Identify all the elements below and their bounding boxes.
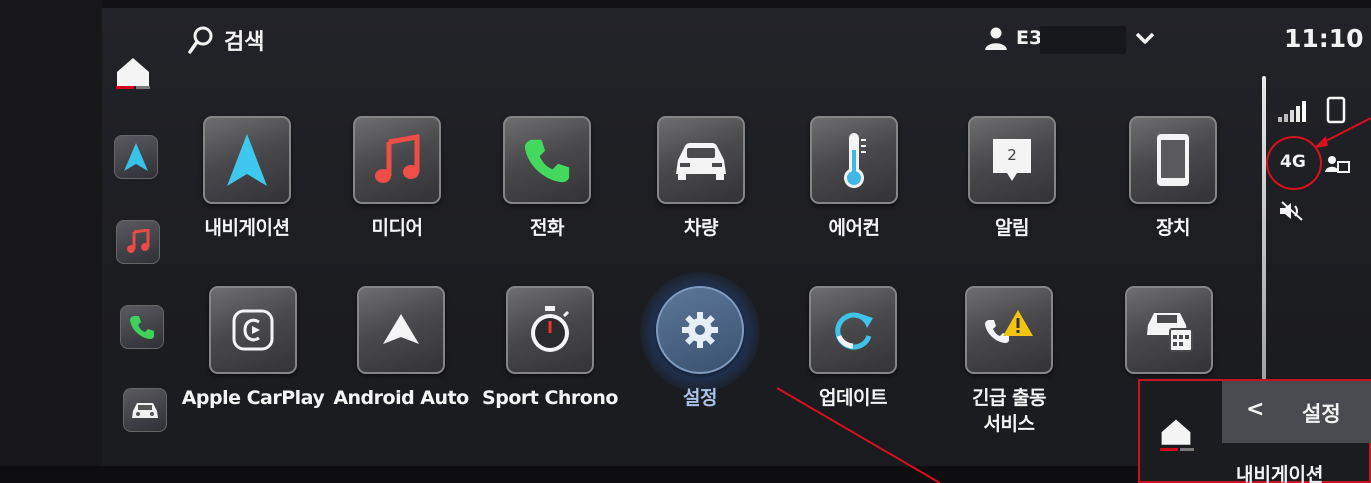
app-label: 전화 <box>530 217 564 239</box>
stopwatch-icon <box>531 306 570 352</box>
app-emergency-service[interactable]: 긴급 출동 서비스 <box>934 286 1084 437</box>
app-android-auto[interactable]: Android Auto <box>326 286 476 412</box>
app-phone-tile <box>503 116 591 204</box>
app-label: 내비게이션 <box>204 217 290 239</box>
android-auto-icon <box>383 314 419 344</box>
app-label: 에어컨 <box>828 217 880 239</box>
profile-name: E3 <box>1016 27 1043 49</box>
rail-navigation-button[interactable] <box>114 135 158 179</box>
app-carplay-tile <box>209 286 297 374</box>
connected-services-icon <box>1325 156 1350 173</box>
app-update[interactable]: 업데이트 <box>778 286 928 412</box>
profile-button[interactable]: E3 <box>984 26 1042 50</box>
car-icon <box>132 403 158 418</box>
profile-name-field <box>1040 26 1126 54</box>
app-climate-tile <box>810 116 898 204</box>
app-apple-carplay[interactable]: Apple CarPlay <box>178 286 328 412</box>
scroll-indicator <box>1262 76 1266 406</box>
app-emergency-tile <box>965 286 1053 374</box>
inset-menu-item[interactable]: 내비게이션 <box>1236 460 1323 483</box>
app-label: 장치 <box>1156 217 1190 239</box>
app-label: 업데이트 <box>819 387 887 409</box>
rail-media-button[interactable] <box>116 220 160 264</box>
app-media-tile <box>353 116 441 204</box>
app-android-auto-tile <box>357 286 445 374</box>
navigation-arrow-icon <box>227 134 267 186</box>
emergency-call-icon <box>985 310 1033 343</box>
screen-bezel <box>0 0 102 483</box>
search-button[interactable]: 검색 <box>188 24 264 56</box>
user-icon <box>985 27 1007 50</box>
mute-icon <box>1280 201 1303 221</box>
app-climate[interactable]: 에어컨 <box>779 116 929 242</box>
home-indicator <box>116 86 150 89</box>
app-settings[interactable]: 설정 <box>625 286 775 412</box>
notification-count-badge: 2 <box>1007 146 1017 164</box>
app-label: 긴급 출동 서비스 <box>971 387 1047 435</box>
app-label: Android Auto <box>333 387 469 409</box>
signal-strength-icon <box>1278 101 1306 122</box>
app-vehicle-tile <box>657 116 745 204</box>
clock: 11:10 <box>1284 24 1364 53</box>
app-navigation-tile <box>203 116 291 204</box>
home-icon[interactable] <box>1158 416 1194 450</box>
app-phone[interactable]: 전화 <box>472 116 622 242</box>
app-label: Sport Chrono <box>482 387 618 409</box>
inset-title: 설정 <box>1302 402 1341 426</box>
app-label: 알림 <box>995 217 1029 239</box>
navigation-arrow-icon <box>124 143 148 171</box>
app-sport-chrono[interactable]: Sport Chrono <box>475 286 625 412</box>
phone-icon <box>524 139 570 183</box>
app-vehicle[interactable]: 차량 <box>626 116 776 242</box>
app-devices-tile <box>1129 116 1217 204</box>
app-label: Apple CarPlay <box>181 387 325 409</box>
music-note-icon <box>127 229 150 253</box>
phone-connected-icon <box>1326 96 1346 124</box>
annotation-circle <box>1266 136 1322 190</box>
device-icon <box>1157 134 1189 186</box>
phone-icon <box>130 316 154 339</box>
gear-icon <box>682 312 718 348</box>
app-label: 차량 <box>684 217 718 239</box>
update-icon <box>835 312 873 350</box>
thermometer-icon <box>844 133 866 188</box>
app-sport-chrono-tile <box>506 286 594 374</box>
chevron-down-icon[interactable] <box>1134 30 1156 46</box>
app-media[interactable]: 미디어 <box>322 116 472 242</box>
carplay-icon <box>232 309 274 351</box>
app-notifications-tile: 2 <box>968 116 1056 204</box>
rail-car-button[interactable] <box>123 388 167 432</box>
music-note-icon <box>375 134 420 183</box>
back-button[interactable]: < <box>1246 397 1264 422</box>
app-update-tile <box>809 286 897 374</box>
home-indicator <box>1160 448 1194 451</box>
app-navigation[interactable]: 내비게이션 <box>172 116 322 242</box>
app-car-service[interactable] <box>1094 286 1244 386</box>
app-notifications[interactable]: 2 알림 <box>937 116 1087 242</box>
app-devices[interactable]: 장치 <box>1098 116 1248 242</box>
rail-phone-button[interactable] <box>120 305 164 349</box>
app-settings-tile <box>656 286 744 374</box>
car-icon <box>676 143 726 180</box>
app-label: 미디어 <box>371 217 423 239</box>
app-label: 설정 <box>683 387 717 409</box>
inset-header <box>1222 381 1371 443</box>
car-service-icon <box>1147 313 1193 352</box>
search-icon <box>188 26 213 54</box>
app-car-service-tile <box>1125 286 1213 374</box>
search-label: 검색 <box>224 30 265 55</box>
